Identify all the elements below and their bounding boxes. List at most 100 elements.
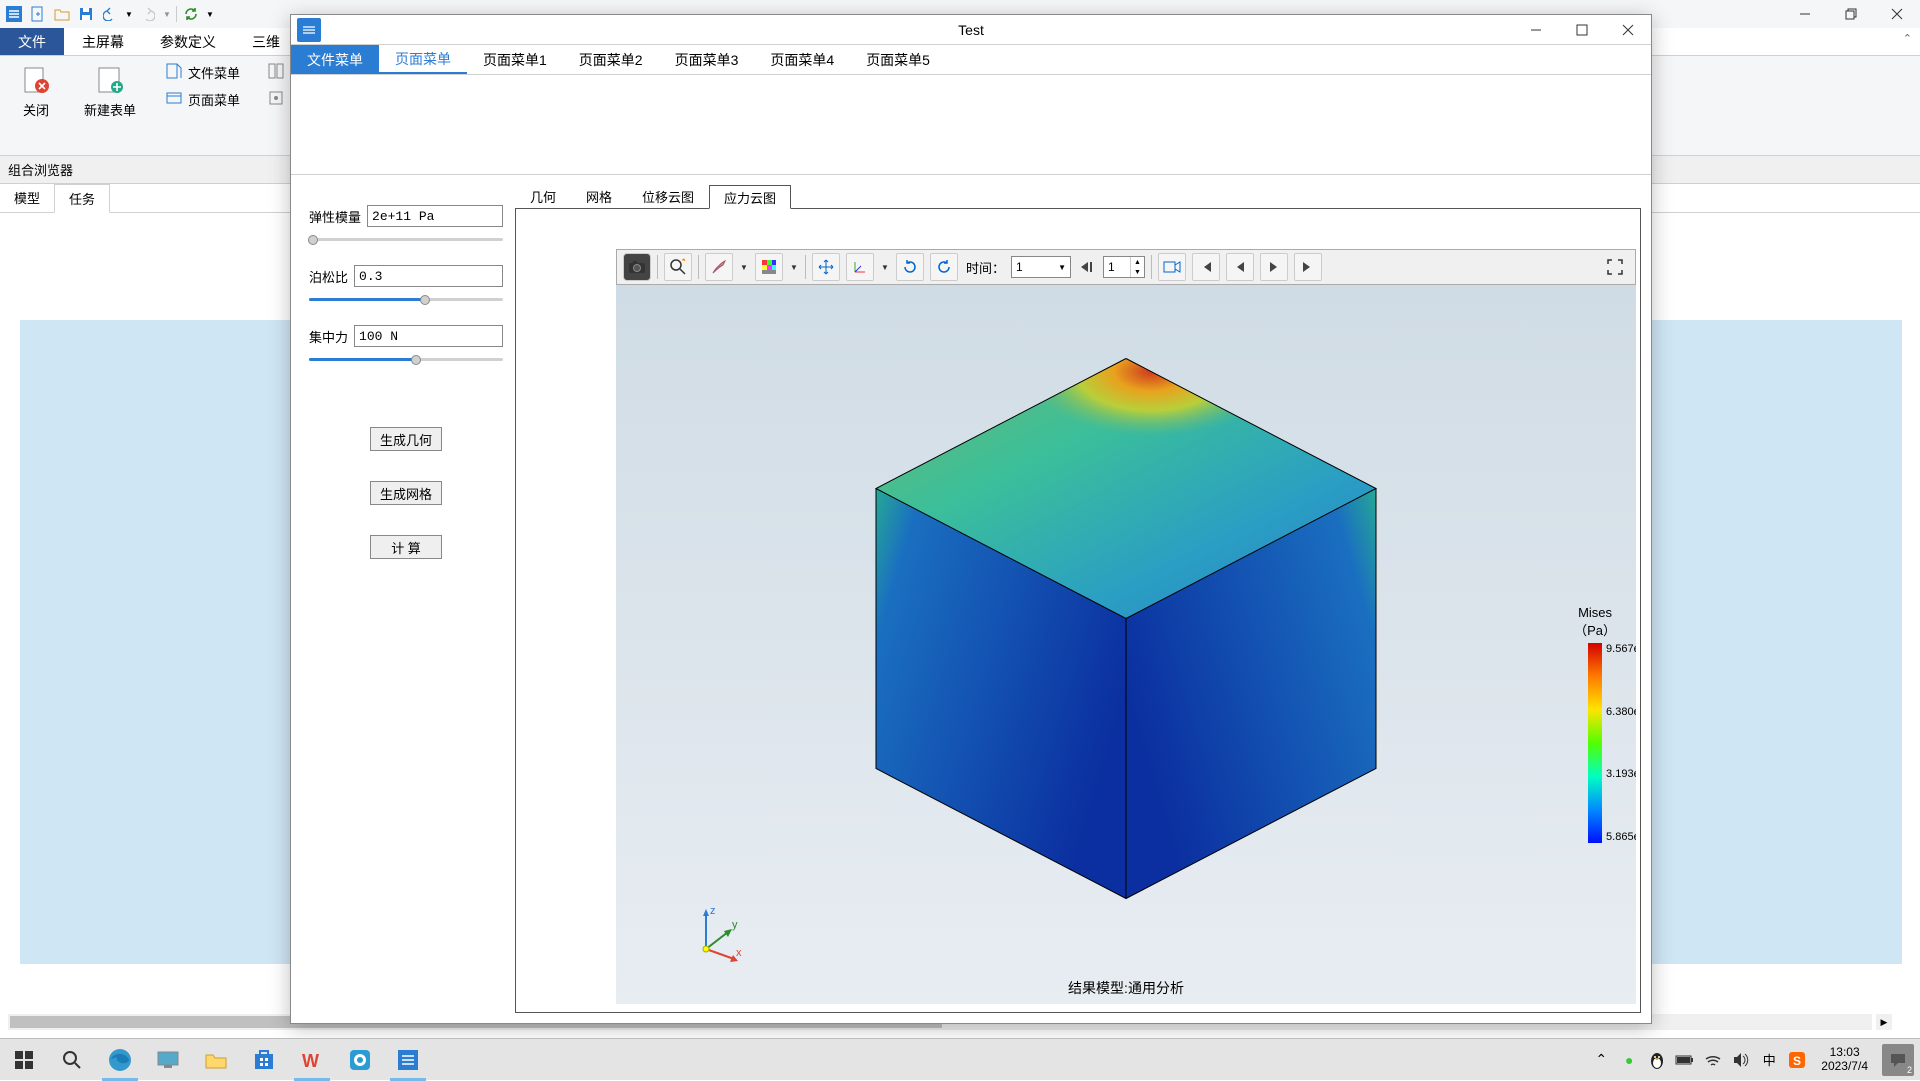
fullscreen-icon[interactable] bbox=[1601, 253, 1629, 281]
move-icon[interactable] bbox=[812, 253, 840, 281]
tab-params[interactable]: 参数定义 bbox=[142, 28, 234, 55]
rotate-cw-icon[interactable] bbox=[930, 253, 958, 281]
skip-end-icon[interactable] bbox=[1294, 253, 1322, 281]
svg-text:S: S bbox=[1793, 1054, 1801, 1068]
force-slider[interactable] bbox=[309, 351, 503, 367]
file-menu-icon bbox=[166, 63, 182, 82]
notification-center-icon[interactable]: 2 bbox=[1882, 1044, 1914, 1076]
tray-battery-icon[interactable] bbox=[1675, 1050, 1695, 1070]
tray-volume-icon[interactable] bbox=[1731, 1050, 1751, 1070]
main-window-controls bbox=[1782, 0, 1920, 28]
generate-geometry-button[interactable]: 生成几何 bbox=[370, 427, 442, 451]
redo-dropdown-icon[interactable]: ▼ bbox=[162, 4, 172, 24]
taskbar-explorer-icon[interactable] bbox=[192, 1039, 240, 1081]
time-label: 时间： bbox=[966, 258, 1005, 277]
main-restore-button[interactable] bbox=[1828, 0, 1874, 28]
camera-icon[interactable] bbox=[623, 253, 651, 281]
main-close-button[interactable] bbox=[1874, 0, 1920, 28]
tray-wifi-icon[interactable] bbox=[1703, 1050, 1723, 1070]
taskbar-wps-icon[interactable]: W bbox=[288, 1039, 336, 1081]
rotate-ccw-icon[interactable] bbox=[896, 253, 924, 281]
scroll-right-arrow-icon[interactable]: ▶ bbox=[1876, 1014, 1892, 1030]
child-titlebar[interactable]: Test bbox=[291, 15, 1651, 45]
refresh-dropdown-icon[interactable]: ▼ bbox=[205, 4, 215, 24]
child-tab-file[interactable]: 文件菜单 bbox=[291, 45, 379, 74]
close-doc-icon bbox=[20, 64, 52, 96]
axes-dropdown-icon[interactable]: ▼ bbox=[880, 263, 890, 272]
tab-home[interactable]: 主屏幕 bbox=[64, 28, 142, 55]
poisson-slider[interactable] bbox=[309, 291, 503, 307]
child-window: Test 文件菜单 页面菜单 页面菜单1 页面菜单2 页面菜单3 页面菜单4 页… bbox=[290, 14, 1652, 1024]
calculate-button[interactable]: 计 算 bbox=[370, 535, 442, 559]
magnifier-icon[interactable] bbox=[664, 253, 692, 281]
generate-mesh-button[interactable]: 生成网格 bbox=[370, 481, 442, 505]
close-button[interactable]: 关闭 bbox=[12, 60, 60, 123]
child-tab-page5[interactable]: 页面菜单5 bbox=[850, 45, 946, 74]
start-button[interactable] bbox=[0, 1039, 48, 1081]
viewport-3d[interactable]: z x y 结果模型:通用分析 Mi bbox=[616, 285, 1636, 1004]
viewer-tab-displacement[interactable]: 位移云图 bbox=[627, 185, 709, 208]
taskbar-app2-icon[interactable] bbox=[336, 1039, 384, 1081]
viewer-tab-geometry[interactable]: 几何 bbox=[515, 185, 571, 208]
close-label: 关闭 bbox=[23, 100, 49, 119]
play-forward-icon[interactable] bbox=[1260, 253, 1288, 281]
new-file-icon[interactable] bbox=[28, 4, 48, 24]
tray-cloud-icon[interactable]: ● bbox=[1619, 1050, 1639, 1070]
brush-icon[interactable] bbox=[705, 253, 733, 281]
skip-start-icon[interactable] bbox=[1192, 253, 1220, 281]
viewer-tab-mesh[interactable]: 网格 bbox=[571, 185, 627, 208]
spin-input[interactable]: 1 ▲ ▼ bbox=[1103, 256, 1145, 278]
file-menu-button[interactable]: 文件菜单 bbox=[160, 60, 246, 85]
child-app-logo-icon bbox=[297, 18, 321, 42]
brush-dropdown-icon[interactable]: ▼ bbox=[739, 263, 749, 272]
spin-up-icon[interactable]: ▲ bbox=[1131, 257, 1144, 267]
undo-dropdown-icon[interactable]: ▼ bbox=[124, 4, 134, 24]
tab-model[interactable]: 模型 bbox=[0, 184, 54, 212]
child-minimize-button[interactable] bbox=[1513, 15, 1559, 45]
axes-icon[interactable] bbox=[846, 253, 874, 281]
page-menu-button[interactable]: 页面菜单 bbox=[160, 87, 246, 112]
refresh-icon[interactable] bbox=[181, 4, 201, 24]
child-tab-page[interactable]: 页面菜单 bbox=[379, 45, 467, 74]
child-tab-page4[interactable]: 页面菜单4 bbox=[754, 45, 850, 74]
tray-ime-icon[interactable]: 中 bbox=[1759, 1050, 1779, 1070]
time-select[interactable]: 1 ▼ bbox=[1011, 256, 1071, 278]
save-icon[interactable] bbox=[76, 4, 96, 24]
taskbar-desktop-icon[interactable] bbox=[144, 1039, 192, 1081]
force-input[interactable] bbox=[354, 325, 503, 347]
taskbar-edge-icon[interactable] bbox=[96, 1039, 144, 1081]
spin-down-icon[interactable]: ▼ bbox=[1131, 267, 1144, 277]
tab-3d[interactable]: 三维 bbox=[234, 28, 298, 55]
taskbar-clock[interactable]: 13:03 2023/7/4 bbox=[1815, 1046, 1874, 1074]
colorcube-dropdown-icon[interactable]: ▼ bbox=[789, 263, 799, 272]
search-button[interactable] bbox=[48, 1039, 96, 1081]
child-tab-page2[interactable]: 页面菜单2 bbox=[563, 45, 659, 74]
tray-sogou-icon[interactable]: S bbox=[1787, 1050, 1807, 1070]
viewer-tab-stress[interactable]: 应力云图 bbox=[709, 185, 791, 209]
settings-small-icon bbox=[268, 90, 284, 109]
ribbon-collapse-icon[interactable]: ⌃ bbox=[1903, 32, 1912, 45]
colorcube-icon[interactable] bbox=[755, 253, 783, 281]
taskbar-app3-icon[interactable] bbox=[384, 1039, 432, 1081]
child-close-button[interactable] bbox=[1605, 15, 1651, 45]
taskbar-store-icon[interactable] bbox=[240, 1039, 288, 1081]
new-form-button[interactable]: 新建表单 bbox=[76, 60, 144, 123]
child-tab-page1[interactable]: 页面菜单1 bbox=[467, 45, 563, 74]
tab-task[interactable]: 任务 bbox=[54, 184, 110, 213]
modulus-input[interactable] bbox=[367, 205, 503, 227]
step-end-icon[interactable] bbox=[1077, 253, 1097, 281]
child-maximize-button[interactable] bbox=[1559, 15, 1605, 45]
play-back-icon[interactable] bbox=[1226, 253, 1254, 281]
video-icon[interactable] bbox=[1158, 253, 1186, 281]
tab-file[interactable]: 文件 bbox=[0, 28, 64, 55]
redo-icon[interactable] bbox=[138, 4, 158, 24]
tray-chevron-up-icon[interactable]: ⌃ bbox=[1591, 1050, 1611, 1070]
page-menu-label: 页面菜单 bbox=[188, 90, 240, 109]
child-tab-page3[interactable]: 页面菜单3 bbox=[659, 45, 755, 74]
main-minimize-button[interactable] bbox=[1782, 0, 1828, 28]
undo-icon[interactable] bbox=[100, 4, 120, 24]
poisson-input[interactable] bbox=[354, 265, 503, 287]
open-folder-icon[interactable] bbox=[52, 4, 72, 24]
tray-penguin-icon[interactable] bbox=[1647, 1050, 1667, 1070]
modulus-slider[interactable] bbox=[309, 231, 503, 247]
